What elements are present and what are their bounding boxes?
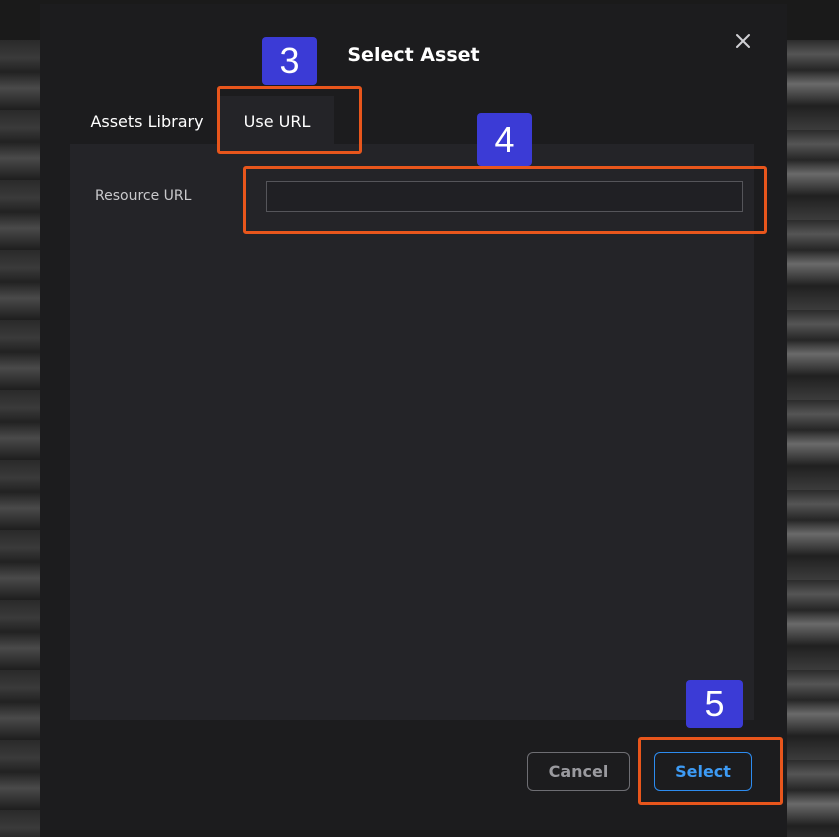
tab-assets-library[interactable]: Assets Library: [80, 96, 214, 146]
step-badge-4: 4: [477, 113, 532, 166]
close-button[interactable]: [730, 28, 756, 54]
close-icon: [736, 34, 750, 48]
dialog-title: Select Asset: [347, 44, 480, 66]
use-url-panel: Resource URL: [70, 144, 754, 720]
tab-label: Use URL: [243, 111, 311, 131]
step-badge-3: 3: [262, 37, 317, 85]
resource-url-input[interactable]: [266, 181, 743, 212]
cancel-button[interactable]: Cancel: [527, 752, 630, 791]
tab-use-url[interactable]: Use URL: [220, 96, 334, 146]
step-badge-5: 5: [686, 680, 743, 728]
tab-label: Assets Library: [90, 111, 204, 131]
resource-url-label: Resource URL: [95, 188, 192, 204]
background-left-strip: [0, 40, 40, 837]
select-button[interactable]: Select: [654, 752, 752, 791]
background-right-strip: [787, 40, 839, 837]
select-asset-dialog: Select Asset Assets Library Use URL Reso…: [40, 4, 787, 830]
